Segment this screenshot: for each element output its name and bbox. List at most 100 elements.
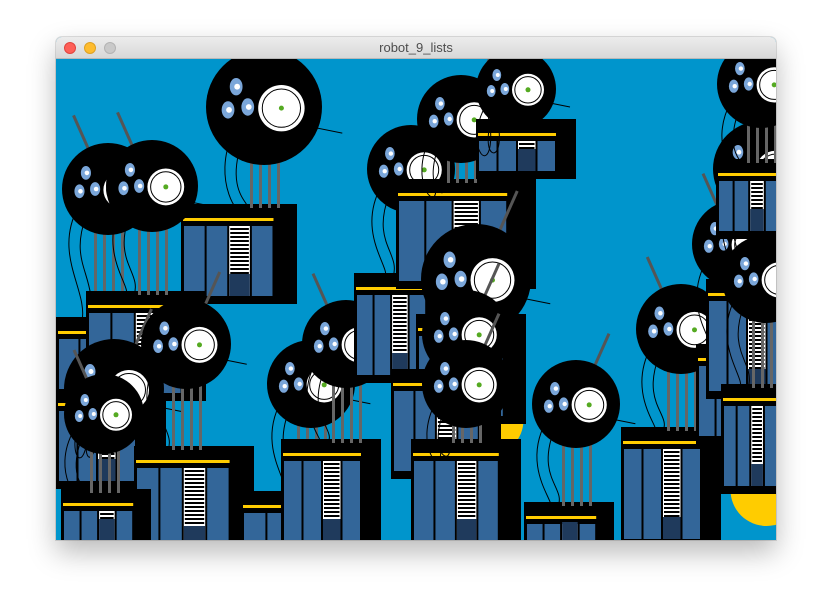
robot-neck	[589, 442, 592, 506]
robot-small-eye-glint	[752, 276, 757, 282]
robot-panel-line	[519, 143, 535, 145]
robot-panel-line	[664, 479, 680, 481]
robot-panel-line	[664, 507, 680, 509]
robot-small-eye-glint	[163, 326, 168, 331]
window-title: robot_9_lists	[379, 40, 453, 55]
robot-small-eye-glint	[93, 186, 99, 192]
robot-panel	[498, 141, 516, 171]
robot-panel-line	[230, 244, 249, 246]
robot	[524, 332, 636, 540]
robot-panel-line	[393, 349, 407, 351]
robot-small-eye-glint	[438, 101, 444, 106]
robot-small-eye-glint	[553, 386, 559, 391]
title-bar[interactable]: robot_9_lists	[56, 37, 776, 59]
robot-panel-line	[393, 321, 407, 323]
robot-pupil	[476, 382, 482, 388]
robot-panel-line	[184, 522, 205, 524]
robot-panel	[206, 226, 228, 296]
sketch-canvas[interactable]	[56, 59, 776, 540]
robot-small-eye-glint	[707, 244, 712, 249]
robot	[181, 59, 343, 304]
robot-panel	[81, 511, 98, 540]
robot-panel-line	[393, 337, 407, 339]
robot-panel	[737, 406, 750, 486]
robot-panel-line	[752, 408, 762, 410]
robot-panel-line	[751, 203, 763, 205]
robot-panel	[184, 226, 205, 296]
robot-panel	[719, 181, 733, 231]
robot-small-eye-glint	[172, 341, 177, 347]
robot-panel-line	[752, 424, 762, 426]
robot-small-eye-glint	[738, 66, 744, 71]
robot-neck	[250, 159, 253, 208]
robot-small-eye-glint	[382, 169, 387, 174]
robot-panel-line	[184, 518, 205, 520]
robot-panel-shade	[229, 274, 250, 296]
robot-body-stripe	[623, 441, 701, 444]
robot-panel	[357, 295, 373, 375]
robot-small-eye-glint	[443, 366, 449, 371]
robot-panel-line	[230, 232, 249, 234]
robot-panel-line	[454, 203, 478, 205]
robot-panel-line	[752, 456, 762, 458]
robot-neck	[172, 383, 175, 450]
robot-panel-shade	[183, 526, 206, 540]
robot-panel	[544, 524, 561, 540]
robot-panel-line	[664, 487, 680, 489]
robot-panel-line	[100, 513, 114, 515]
robot-panel-line	[393, 297, 407, 299]
robot-panel-line	[454, 215, 478, 217]
robot-panel-line	[752, 440, 762, 442]
robot-pupil	[197, 342, 202, 348]
robot-panel-shade	[750, 209, 764, 231]
app-window: robot_9_lists	[56, 37, 776, 540]
robot-panel-shade	[562, 522, 578, 540]
robot-body-stripe	[398, 193, 508, 196]
robot-small-eye-glint	[737, 279, 742, 284]
robot-panel-line	[324, 507, 340, 509]
robot-panel-line	[664, 471, 680, 473]
robot-panel-line	[457, 475, 476, 477]
robot-panel	[414, 461, 434, 540]
robot-panel	[207, 468, 229, 540]
robot-small-eye-glint	[736, 149, 742, 155]
robot-panel-line	[184, 470, 205, 472]
robot-pupil	[525, 87, 531, 93]
robot-panel	[643, 449, 661, 539]
robot-panel-line	[664, 495, 680, 497]
robot-panel-line	[393, 333, 407, 335]
robot-small-eye-glint	[83, 398, 88, 402]
robot-panel-line	[752, 428, 762, 430]
robot-panel-line	[393, 313, 407, 315]
robot-body-stripe	[478, 133, 556, 136]
robot-panel-line	[324, 503, 340, 505]
robot-panel-line	[230, 252, 249, 254]
robot-panel-line	[184, 514, 205, 516]
robot-panel-shade	[323, 519, 341, 540]
robot-panel-line	[752, 460, 762, 462]
robot-whisker	[224, 359, 247, 365]
robot-small-eye-glint	[732, 84, 737, 89]
robot-body-stripe	[526, 516, 597, 519]
robot-neck	[268, 159, 271, 208]
robot-small-eye-glint	[297, 381, 302, 387]
robot-panel-line	[454, 207, 478, 209]
robot-panel-line	[457, 511, 476, 513]
robot-panel	[342, 461, 360, 540]
robot-panel-line	[454, 211, 478, 213]
robot-panel-line	[752, 420, 762, 422]
robot-neck	[562, 442, 565, 506]
robot-small-eye-glint	[547, 404, 552, 409]
robot-panel	[284, 461, 302, 540]
robot-panel-line	[324, 499, 340, 501]
robot-panel-line	[393, 325, 407, 327]
robot-panel-line	[184, 474, 205, 476]
robot-small-eye-glint	[437, 334, 442, 339]
robot-panel-line	[457, 483, 476, 485]
robot-panel	[303, 461, 321, 540]
robot-panel-line	[184, 494, 205, 496]
robot-panel	[374, 295, 391, 375]
robot-neck	[199, 383, 202, 450]
robot-panel-line	[324, 467, 340, 469]
robot-neck	[341, 382, 344, 443]
